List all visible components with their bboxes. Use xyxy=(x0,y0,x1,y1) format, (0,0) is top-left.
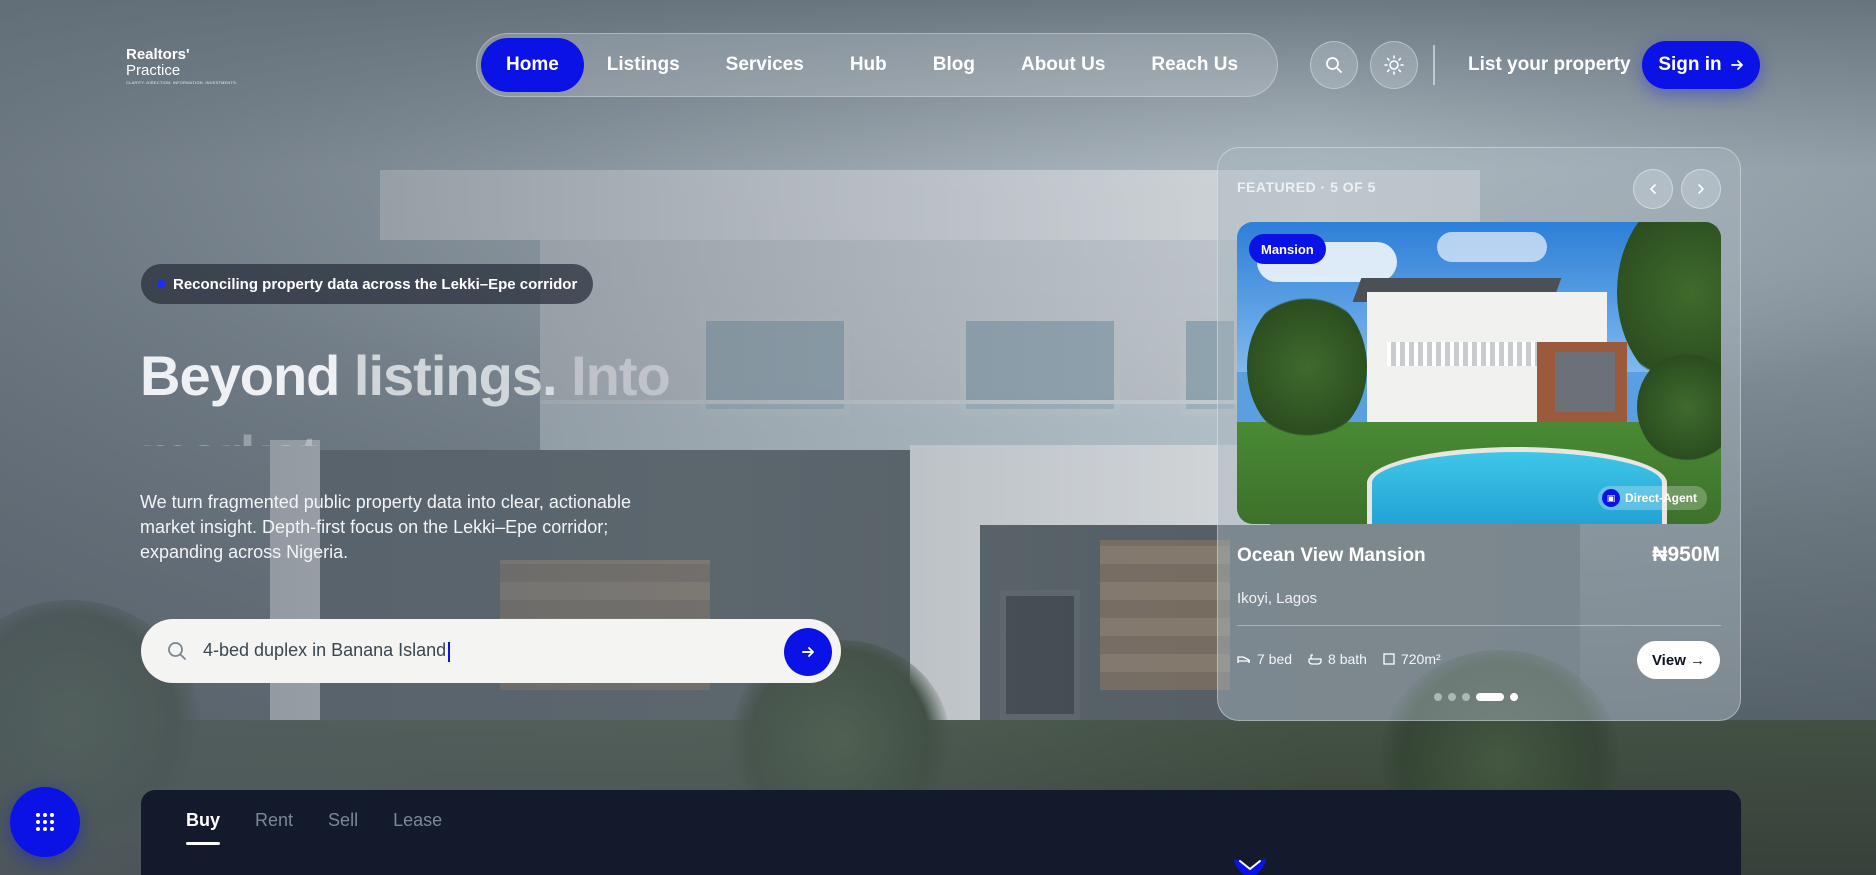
apps-menu-button[interactable] xyxy=(10,787,80,857)
spec-baths-value: 8 bath xyxy=(1328,651,1367,667)
tab-buy[interactable]: Buy xyxy=(186,810,221,845)
search-panel: Buy Rent Sell Lease xyxy=(141,790,1741,875)
agent-tag-label: Direct-Agent xyxy=(1624,491,1697,505)
carousel-dots xyxy=(1434,693,1518,701)
list-property-link[interactable]: List your property xyxy=(1468,54,1631,76)
listing-location: Ikoyi, Lagos xyxy=(1237,590,1318,607)
tab-rent[interactable]: Rent xyxy=(255,810,293,845)
nav-item-reach-us[interactable]: Reach Us xyxy=(1128,38,1261,92)
arrow-right-icon xyxy=(1730,60,1743,70)
status-pill: Reconciling property data across the Lek… xyxy=(141,264,594,304)
carousel-dot[interactable] xyxy=(1434,693,1442,701)
listing-divider xyxy=(1237,625,1721,626)
featured-next-button[interactable] xyxy=(1681,169,1721,209)
grid-icon xyxy=(36,813,54,831)
transaction-tabs: Buy Rent Sell Lease xyxy=(186,810,442,845)
header-divider xyxy=(1433,45,1435,85)
nav-item-about-us[interactable]: About Us xyxy=(998,38,1128,92)
property-type-badge: Mansion xyxy=(1249,234,1326,264)
search-button[interactable] xyxy=(1310,41,1358,89)
status-pill-text: Reconciling property data across the Lek… xyxy=(173,275,578,293)
bed-icon xyxy=(1237,656,1250,663)
listing-title[interactable]: Ocean View Mansion xyxy=(1237,545,1426,567)
scroll-down-chevron-icon[interactable] xyxy=(1232,857,1268,875)
search-icon xyxy=(168,642,186,660)
hero-search-bar: 4-bed duplex in Banana Island xyxy=(141,619,841,683)
tab-lease[interactable]: Lease xyxy=(393,810,442,845)
brand-name-line1: Realtors' xyxy=(126,46,190,63)
nav-item-hub[interactable]: Hub xyxy=(827,38,910,92)
chevron-right-icon xyxy=(1698,184,1704,194)
hero-headline: Beyond listings. Into market xyxy=(140,336,700,446)
theme-toggle-button[interactable] xyxy=(1370,41,1418,89)
bath-icon xyxy=(1308,654,1322,665)
agent-tag: ▣ Direct-Agent xyxy=(1597,486,1707,510)
nav-item-blog[interactable]: Blog xyxy=(910,38,998,92)
listing-photo[interactable]: Mansion ▣ Direct-Agent xyxy=(1237,222,1721,524)
featured-prev-button[interactable] xyxy=(1633,169,1673,209)
sign-in-label: Sign in xyxy=(1658,54,1722,75)
nav-item-services[interactable]: Services xyxy=(703,38,827,92)
building-icon: ▣ xyxy=(1601,489,1620,507)
brand-name-line2: Practice xyxy=(126,62,181,79)
text-caret xyxy=(448,641,451,662)
search-icon xyxy=(1326,57,1342,73)
carousel-dot[interactable] xyxy=(1462,693,1470,701)
sign-in-button[interactable]: Sign in xyxy=(1642,41,1760,89)
featured-counter: FEATURED · 5 OF 5 xyxy=(1237,179,1376,195)
listing-price: ₦950M xyxy=(1652,543,1720,566)
headline-word-4: market xyxy=(140,424,319,446)
spec-baths: 8 bath xyxy=(1308,651,1367,667)
headline-word-2: listings. xyxy=(353,344,558,407)
nav-item-home[interactable]: Home xyxy=(481,38,584,92)
search-input[interactable]: 4-bed duplex in Banana Island xyxy=(203,640,451,662)
search-submit-button[interactable] xyxy=(784,628,832,676)
spec-area: 720m² xyxy=(1383,651,1441,667)
arrow-right-icon xyxy=(802,647,814,657)
main-nav: Home Listings Services Hub Blog About Us… xyxy=(476,33,1278,97)
featured-listing-card: FEATURED · 5 OF 5 Mansion ▣ Direct-Agent… xyxy=(1217,147,1741,721)
headline-word-3: Into xyxy=(571,344,671,407)
chevron-left-icon xyxy=(1650,184,1656,194)
nav-item-listings[interactable]: Listings xyxy=(584,38,703,92)
brand-logo[interactable]: Realtors' Practice CLARITY. DIRECTION. I… xyxy=(122,44,237,88)
carousel-dot[interactable] xyxy=(1476,693,1504,701)
brand-tagline: CLARITY. DIRECTION. INFORMATION. INVESTM… xyxy=(126,80,238,85)
status-dot-icon xyxy=(157,280,165,288)
spec-area-value: 720m² xyxy=(1400,651,1441,667)
hero-description: We turn fragmented public property data … xyxy=(140,492,631,562)
sun-icon xyxy=(1384,55,1404,75)
spec-beds: 7 bed xyxy=(1237,651,1292,667)
tab-sell[interactable]: Sell xyxy=(328,810,358,845)
carousel-dot[interactable] xyxy=(1448,693,1456,701)
spec-beds-value: 7 bed xyxy=(1257,651,1293,667)
area-icon xyxy=(1383,653,1395,665)
listing-specs: 7 bed 8 bath 720m² xyxy=(1237,651,1441,667)
headline-word-1: Beyond xyxy=(140,344,340,407)
search-input-value: 4-bed duplex in Banana Island xyxy=(203,640,447,661)
carousel-dot[interactable] xyxy=(1510,693,1518,701)
view-listing-button[interactable]: View → xyxy=(1637,641,1720,679)
